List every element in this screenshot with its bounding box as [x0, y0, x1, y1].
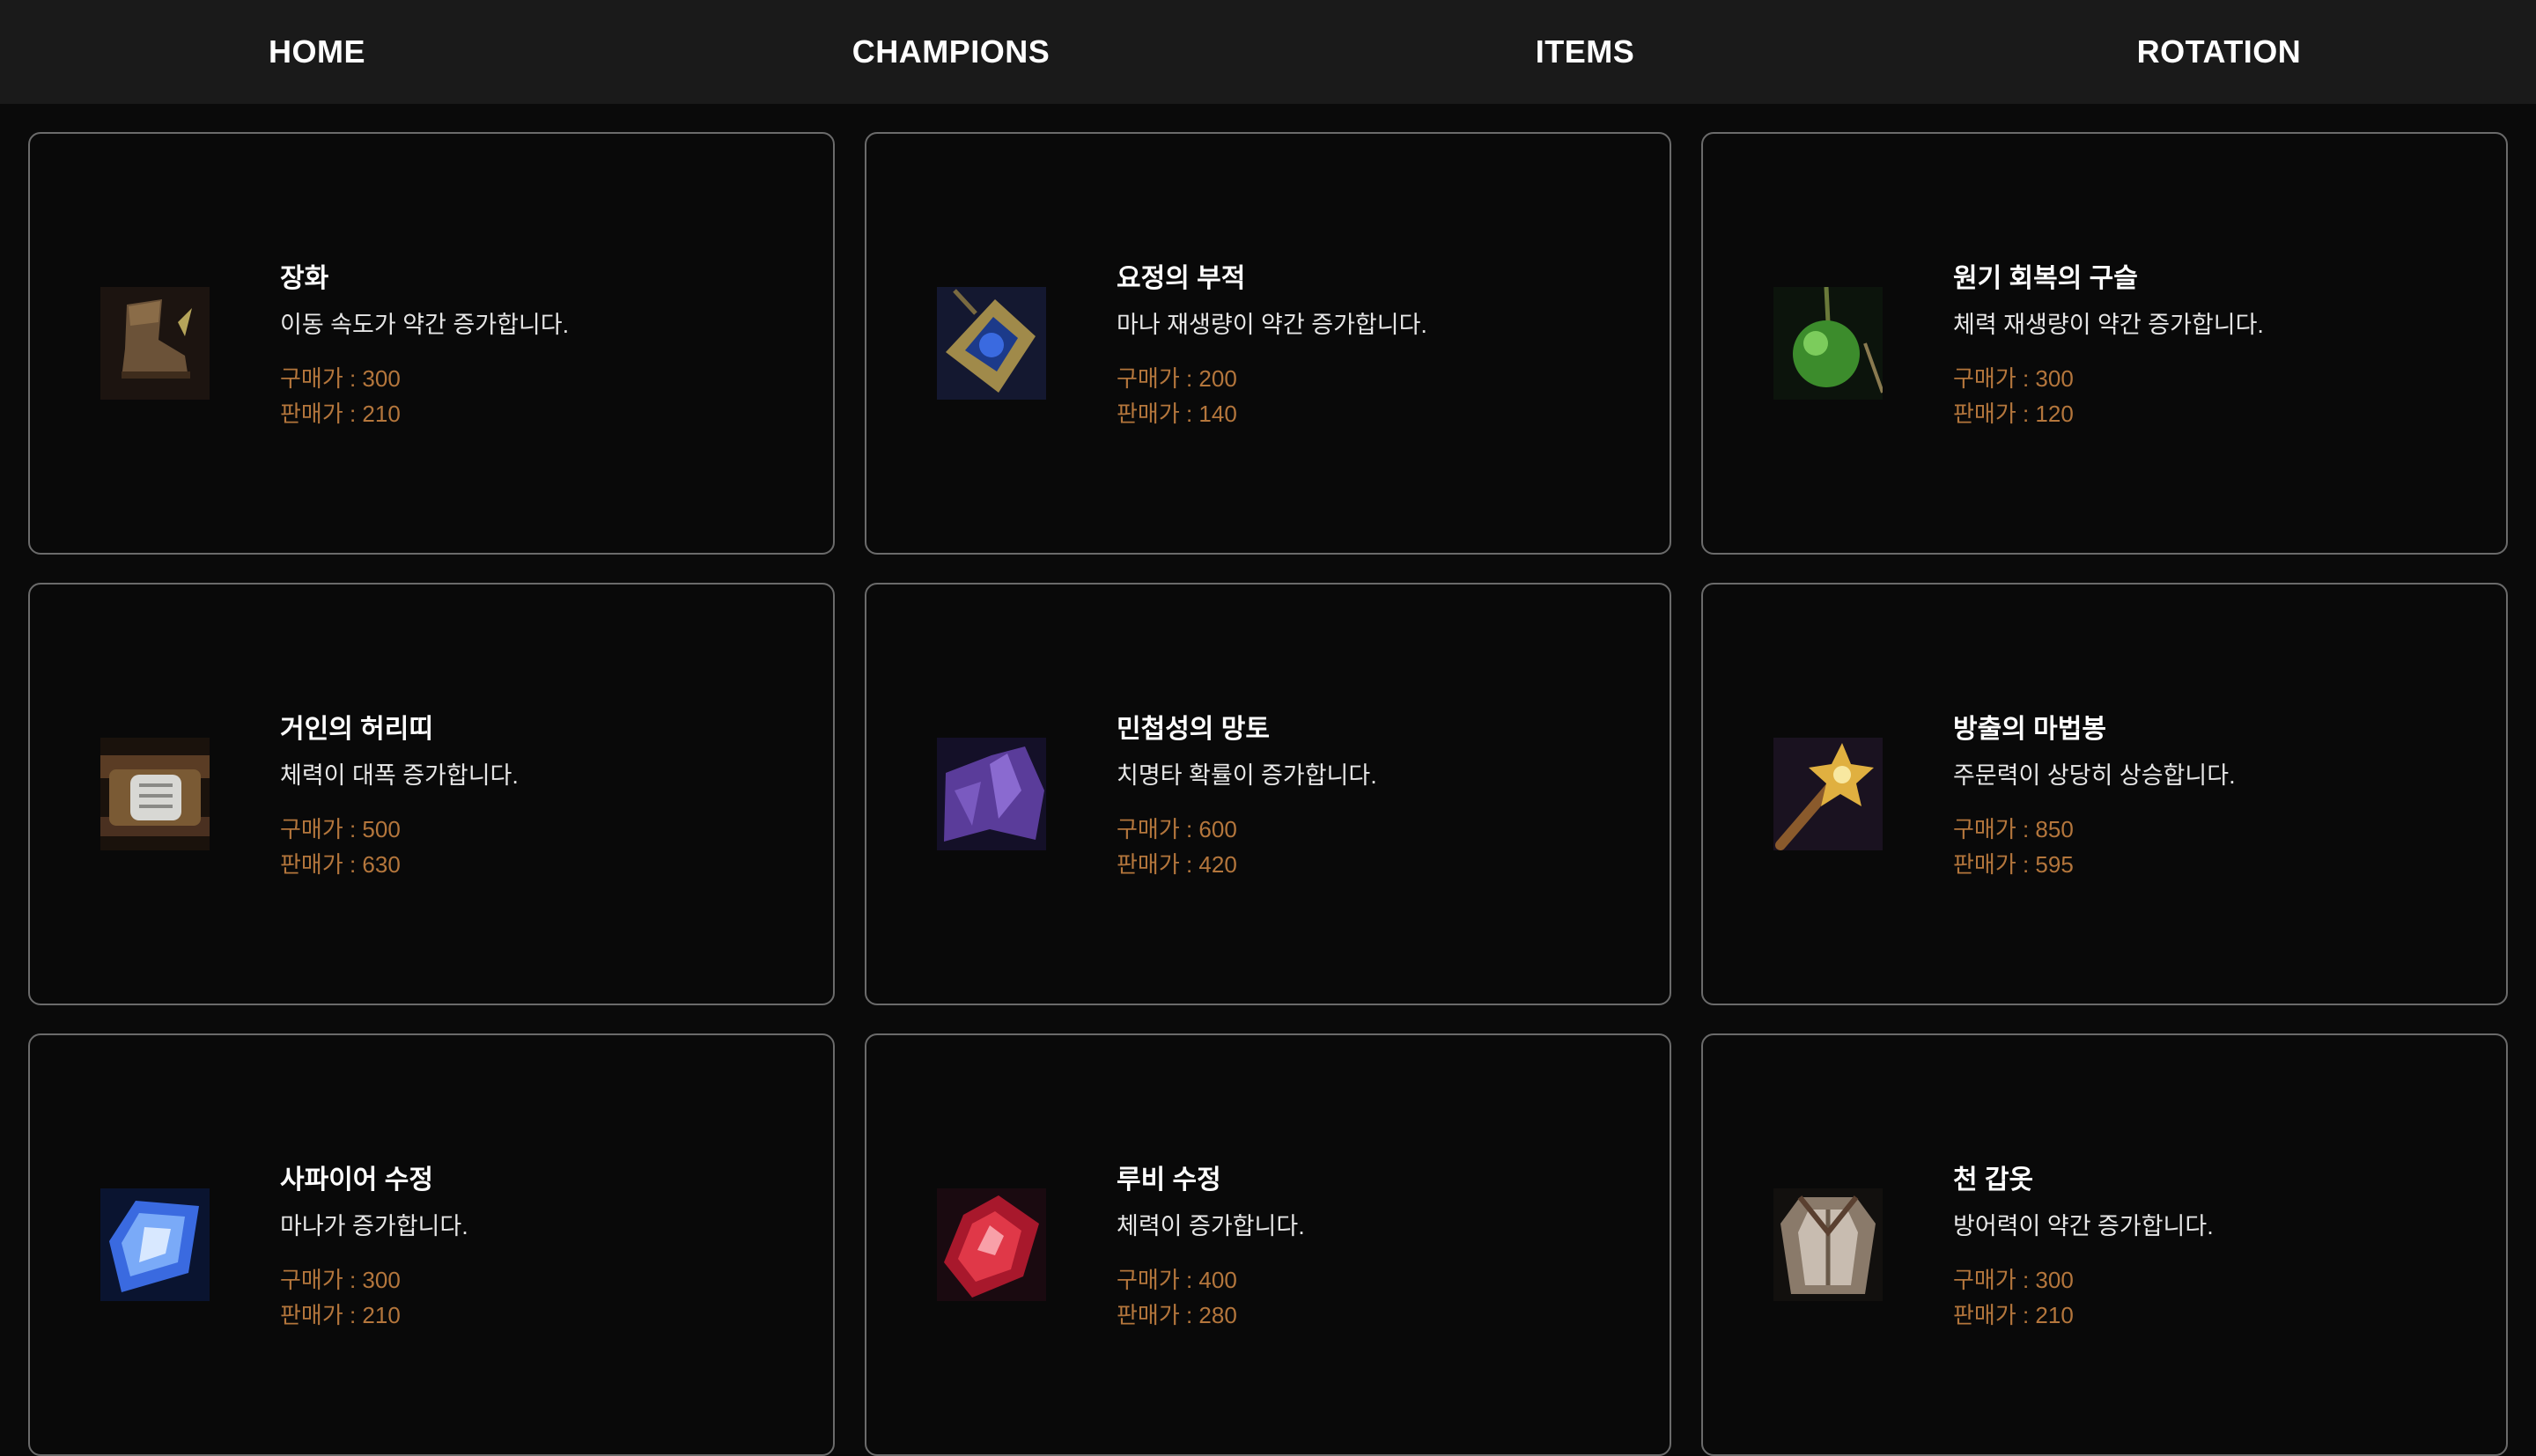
sell-price: 판매가 : 420: [1117, 850, 1237, 878]
item-card[interactable]: 장화 이동 속도가 약간 증가합니다. 구매가 : 300 판매가 : 210: [28, 132, 835, 555]
armor-icon: [1773, 1188, 1883, 1301]
nav-items[interactable]: ITEMS: [1268, 33, 1902, 70]
item-description: 체력 재생량이 약간 증가합니다.: [1953, 311, 2264, 338]
sell-price: 판매가 : 595: [1953, 850, 2074, 878]
item-description: 방어력이 약간 증가합니다.: [1953, 1212, 2214, 1239]
item-name: 장화: [280, 263, 329, 293]
buy-price: 구매가 : 600: [1117, 815, 1237, 842]
item-name: 거인의 허리띠: [280, 714, 433, 744]
belt-icon: [100, 738, 210, 850]
item-name: 원기 회복의 구슬: [1953, 263, 2138, 293]
item-description: 주문력이 상당히 상승합니다.: [1953, 761, 2236, 789]
item-description: 이동 속도가 약간 증가합니다.: [280, 311, 570, 338]
item-card[interactable]: 민첩성의 망토 치명타 확률이 증가합니다. 구매가 : 600 판매가 : 4…: [865, 583, 1671, 1005]
item-name: 요정의 부적: [1117, 263, 1246, 293]
item-name: 사파이어 수정: [280, 1165, 433, 1195]
top-nav: HOME CHAMPIONS ITEMS ROTATION: [0, 0, 2536, 104]
sell-price: 판매가 : 120: [1953, 400, 2074, 427]
amulet-icon: [937, 287, 1046, 400]
buy-price: 구매가 : 400: [1117, 1266, 1237, 1293]
item-name: 방출의 마법봉: [1953, 714, 2106, 744]
item-card[interactable]: 천 갑옷 방어력이 약간 증가합니다. 구매가 : 300 판매가 : 210: [1701, 1033, 2508, 1456]
item-description: 마나가 증가합니다.: [280, 1212, 468, 1239]
nav-champions[interactable]: CHAMPIONS: [634, 33, 1268, 70]
item-name: 천 갑옷: [1953, 1165, 2034, 1195]
buy-price: 구매가 : 300: [280, 364, 401, 392]
buy-price: 구매가 : 300: [1953, 1266, 2074, 1293]
sapphire-icon: [100, 1188, 210, 1301]
item-description: 마나 재생량이 약간 증가합니다.: [1117, 311, 1427, 338]
item-description: 체력이 대폭 증가합니다.: [280, 761, 519, 789]
orb-icon: [1773, 287, 1883, 400]
item-card[interactable]: 원기 회복의 구슬 체력 재생량이 약간 증가합니다. 구매가 : 300 판매…: [1701, 132, 2508, 555]
ruby-icon: [937, 1188, 1046, 1301]
item-card[interactable]: 방출의 마법봉 주문력이 상당히 상승합니다. 구매가 : 850 판매가 : …: [1701, 583, 2508, 1005]
item-name: 민첩성의 망토: [1117, 714, 1270, 744]
wand-icon: [1773, 738, 1883, 850]
item-grid: 장화 이동 속도가 약간 증가합니다. 구매가 : 300 판매가 : 210 …: [28, 132, 2508, 1456]
sell-price: 판매가 : 210: [1953, 1301, 2074, 1328]
sell-price: 판매가 : 280: [1117, 1301, 1237, 1328]
sell-price: 판매가 : 210: [280, 1301, 401, 1328]
item-name: 루비 수정: [1117, 1165, 1221, 1195]
cloak-icon: [937, 738, 1046, 850]
sell-price: 판매가 : 630: [280, 850, 401, 878]
nav-home[interactable]: HOME: [0, 33, 634, 70]
item-card[interactable]: 요정의 부적 마나 재생량이 약간 증가합니다. 구매가 : 200 판매가 :…: [865, 132, 1671, 555]
item-card[interactable]: 루비 수정 체력이 증가합니다. 구매가 : 400 판매가 : 280: [865, 1033, 1671, 1456]
buy-price: 구매가 : 300: [280, 1266, 401, 1293]
item-description: 체력이 증가합니다.: [1117, 1212, 1305, 1239]
sell-price: 판매가 : 140: [1117, 400, 1237, 427]
nav-rotation[interactable]: ROTATION: [1902, 33, 2536, 70]
buy-price: 구매가 : 300: [1953, 364, 2074, 392]
item-card[interactable]: 사파이어 수정 마나가 증가합니다. 구매가 : 300 판매가 : 210: [28, 1033, 835, 1456]
buy-price: 구매가 : 200: [1117, 364, 1237, 392]
item-description: 치명타 확률이 증가합니다.: [1117, 761, 1377, 789]
buy-price: 구매가 : 850: [1953, 815, 2074, 842]
item-card[interactable]: 거인의 허리띠 체력이 대폭 증가합니다. 구매가 : 500 판매가 : 63…: [28, 583, 835, 1005]
sell-price: 판매가 : 210: [280, 400, 401, 427]
buy-price: 구매가 : 500: [280, 815, 401, 842]
boots-icon: [100, 287, 210, 400]
